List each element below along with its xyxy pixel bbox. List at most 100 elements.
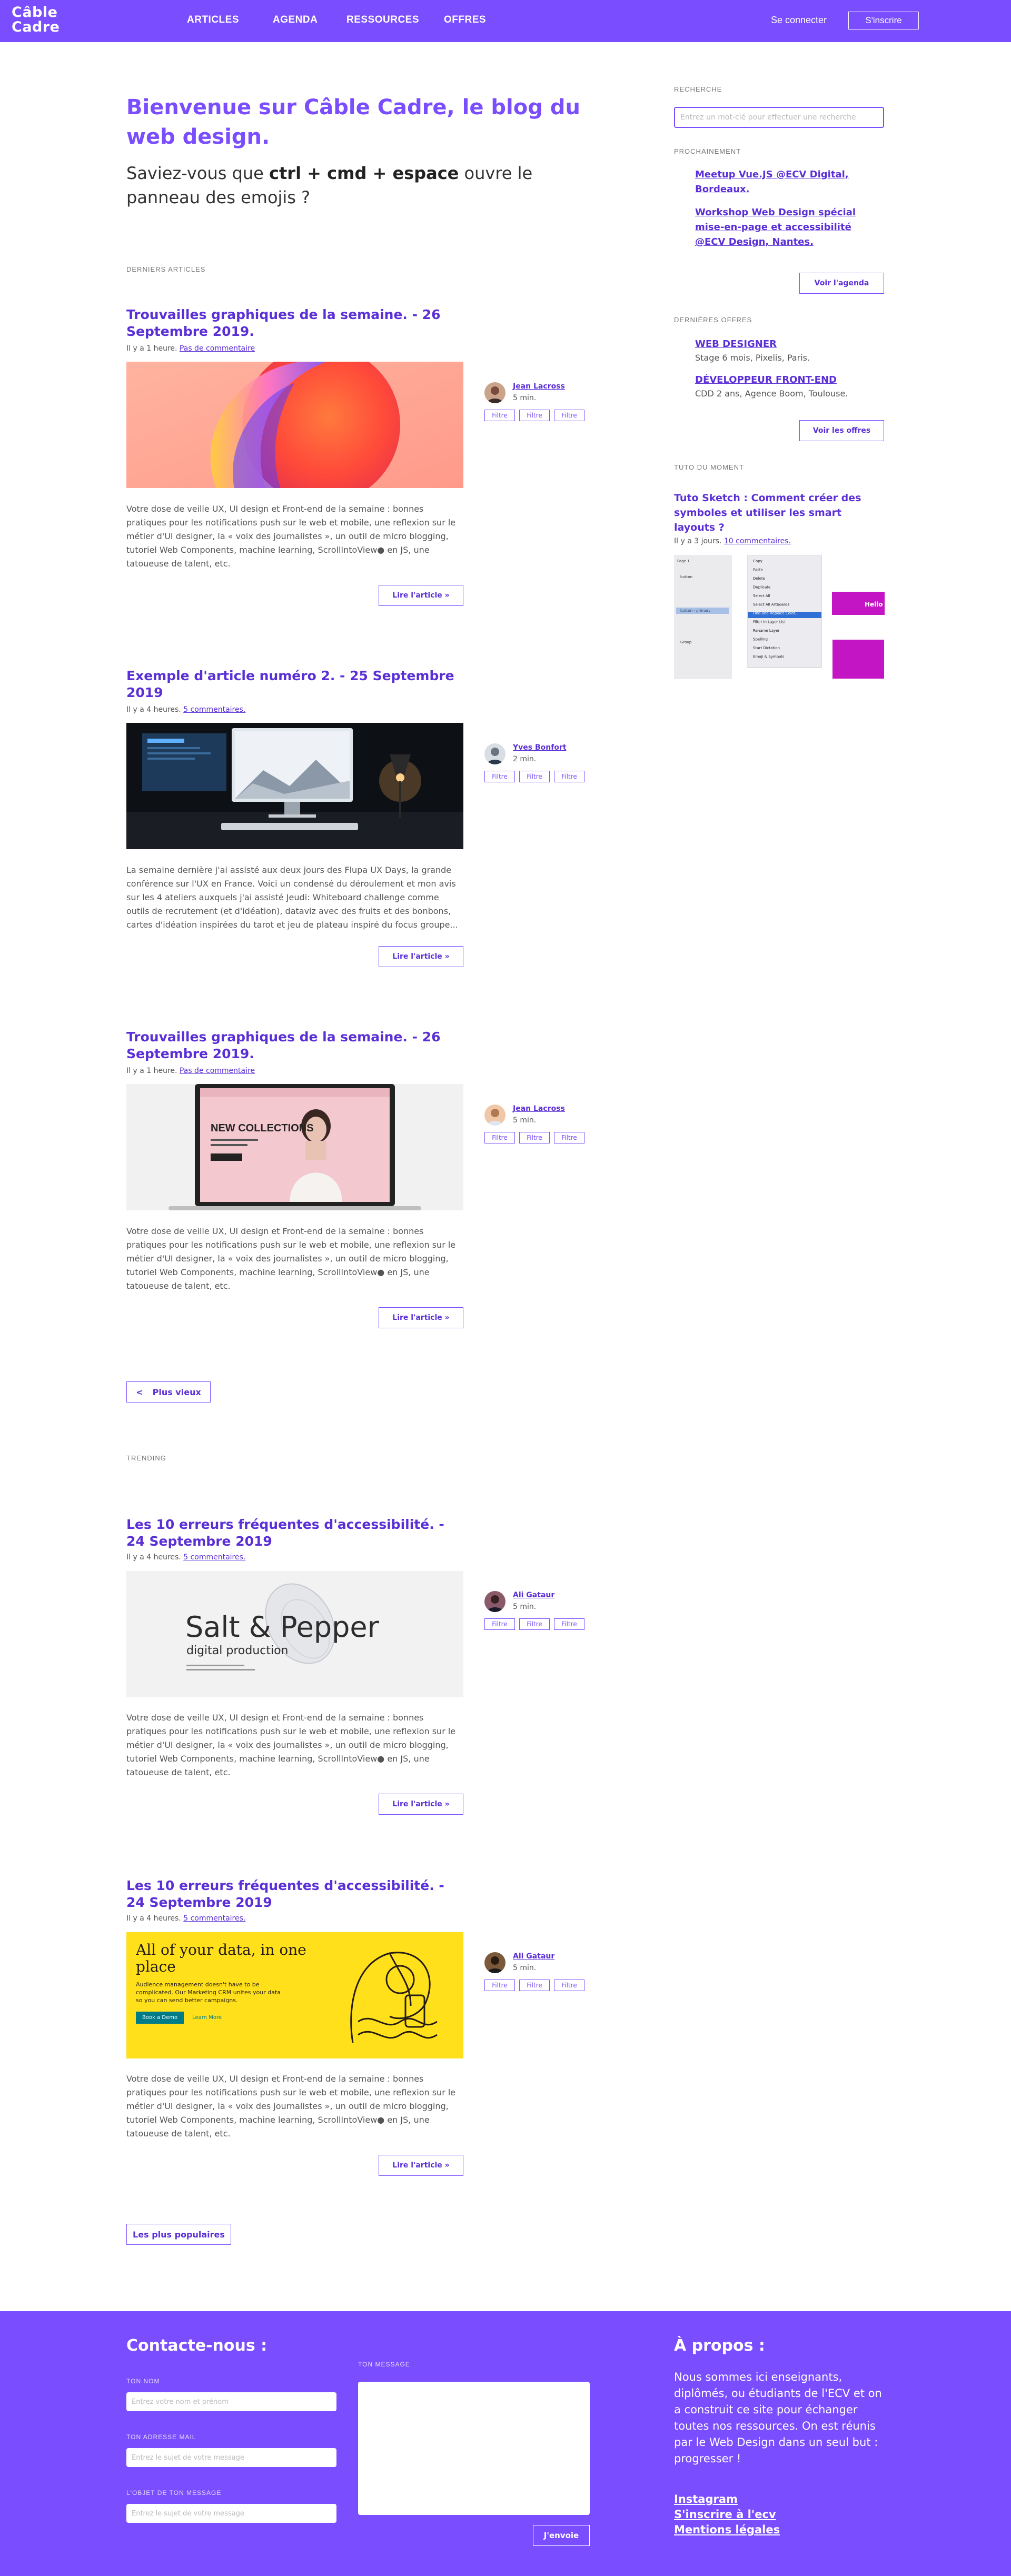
article-meta: Il y a 1 heure. Pas de commentaire (126, 1067, 255, 1075)
signup-button[interactable]: S'inscrire (848, 12, 919, 29)
offer-title-link[interactable]: WEB DESIGNER (695, 337, 885, 352)
author-name[interactable]: Jean Lacross (513, 1105, 565, 1113)
filter-chip[interactable]: Filtre (484, 771, 515, 782)
tuto-meta: Il y a 3 jours. 10 commentaires. (674, 537, 791, 545)
comments-link[interactable]: Pas de commentaire (180, 1067, 255, 1075)
nav-articles[interactable]: ARTICLES (187, 14, 239, 26)
comments-link[interactable]: 5 commentaires. (183, 705, 245, 714)
login-link[interactable]: Se connecter (771, 15, 827, 26)
layer-label: button (680, 575, 692, 579)
filter-chip[interactable]: Filtre (519, 1618, 550, 1630)
article-filters: Filtre Filtre Filtre (484, 1618, 584, 1630)
desk-computer-image (126, 723, 463, 849)
ecv-signup-link[interactable]: S'inscrire à l'ecv (674, 2507, 780, 2522)
subject-input[interactable] (126, 2504, 336, 2523)
image-headline: All of your data, in one place (136, 1942, 306, 1975)
offer-title-link[interactable]: DÉVELOPPEUR FRONT-END (695, 373, 885, 387)
menu-item-label: Emoji & Symbols (753, 655, 784, 659)
article-excerpt: La semaine dernière j'ai assisté aux deu… (126, 865, 458, 930)
author-avatar[interactable] (484, 1591, 506, 1612)
filter-chip[interactable]: Filtre (484, 1132, 515, 1143)
canvas-badge: Hello (865, 601, 883, 608)
article-title[interactable]: Les 10 erreurs fréquentes d'accessibilit… (126, 1877, 463, 1911)
article-date: Il y a 1 heure. (126, 1067, 180, 1075)
tuto-title[interactable]: Tuto Sketch : Comment créer des symboles… (674, 491, 885, 535)
offer-item: WEB DESIGNER Stage 6 mois, Pixelis, Pari… (695, 337, 885, 364)
filter-chip[interactable]: Filtre (519, 1980, 550, 1991)
send-button[interactable]: J'envoie (533, 2525, 590, 2546)
article-title[interactable]: Trouvailles graphiques de la semaine. - … (126, 1029, 463, 1062)
most-popular-button[interactable]: Les plus populaires (126, 2224, 231, 2245)
read-article-button[interactable]: Lire l'article » (379, 1307, 463, 1328)
author-name[interactable]: Ali Gataur (513, 1952, 554, 1961)
filter-chip[interactable]: Filtre (554, 771, 584, 782)
legal-notice-link[interactable]: Mentions légales (674, 2522, 780, 2538)
salt-pepper-image: Salt & Pepper digital production (126, 1571, 463, 1697)
tuto-comments-link[interactable]: 10 commentaires. (724, 537, 791, 545)
filter-chip[interactable]: Filtre (484, 410, 515, 421)
subject-label: L'OBJET DE TON MESSAGE (126, 2489, 222, 2497)
tuto-sketch-screenshot[interactable]: Page 1 button button - primary Group Hel… (674, 555, 885, 679)
nav-ressources[interactable]: RESSOURCES (346, 14, 419, 26)
email-input[interactable] (126, 2448, 336, 2467)
read-article-button[interactable]: Lire l'article » (379, 1794, 463, 1815)
about-text: Nous sommes ici enseignants, diplômés, o… (674, 2371, 882, 2465)
filter-chip[interactable]: Filtre (484, 1980, 515, 1991)
author-name[interactable]: Jean Lacross (513, 382, 565, 391)
author-avatar[interactable] (484, 382, 506, 403)
comments-link[interactable]: Pas de commentaire (180, 344, 255, 353)
author-name[interactable]: Yves Bonfort (513, 743, 567, 752)
filter-chip[interactable]: Filtre (554, 1980, 584, 1991)
read-time: 2 min. (513, 755, 537, 763)
article-excerpt: Votre dose de veille UX, UI design et Fr… (126, 2074, 456, 2139)
filter-chip[interactable]: Filtre (519, 410, 550, 421)
article-title[interactable]: Les 10 erreurs fréquentes d'accessibilit… (126, 1516, 463, 1550)
article-image-desk-computer[interactable] (126, 723, 463, 849)
article-image-salt-pepper[interactable]: Salt & Pepper digital production (126, 1571, 463, 1697)
event-link[interactable]: Workshop Web Design spécial mise-en-page… (695, 205, 885, 250)
yellow-crm-image: All of your data, in one place Audience … (126, 1932, 463, 2058)
filter-chip[interactable]: Filtre (484, 1618, 515, 1630)
filter-chip[interactable]: Filtre (554, 410, 584, 421)
instagram-link[interactable]: Instagram (674, 2492, 780, 2507)
tagline-shortcut: ctrl + cmd + espace (269, 163, 459, 183)
comments-link[interactable]: 5 commentaires. (183, 1914, 245, 1923)
article-image-abstract-gradient[interactable] (126, 362, 463, 488)
read-article-button[interactable]: Lire l'article » (379, 2155, 463, 2176)
article-date: Il y a 1 heure. (126, 344, 180, 353)
article-title[interactable]: Exemple d'article numéro 2. - 25 Septemb… (126, 668, 463, 701)
read-time: 5 min. (513, 1116, 537, 1125)
article-filters: Filtre Filtre Filtre (484, 410, 584, 421)
view-offers-button[interactable]: Voir les offres (799, 420, 884, 441)
name-input[interactable] (126, 2392, 336, 2411)
view-agenda-button[interactable]: Voir l'agenda (799, 273, 884, 294)
event-link[interactable]: Meetup Vue.JS @ECV Digital, Bordeaux. (695, 167, 885, 197)
author-avatar[interactable] (484, 1105, 506, 1126)
filter-chip[interactable]: Filtre (519, 1132, 550, 1143)
article-image-yellow-crm[interactable]: All of your data, in one place Audience … (126, 1932, 463, 2058)
nav-offres[interactable]: OFFRES (444, 14, 486, 26)
article-title[interactable]: Trouvailles graphiques de la semaine. - … (126, 306, 463, 340)
read-article-button[interactable]: Lire l'article » (379, 946, 463, 967)
nav-agenda[interactable]: AGENDA (273, 14, 318, 26)
article-image-laptop-fashion[interactable]: NEW COLLECTIONS (126, 1084, 463, 1210)
filter-chip[interactable]: Filtre (554, 1618, 584, 1630)
search-input[interactable] (674, 107, 884, 128)
author-avatar[interactable] (484, 1952, 506, 1973)
comments-link[interactable]: 5 commentaires. (183, 1553, 245, 1561)
filter-chip[interactable]: Filtre (519, 771, 550, 782)
site-logo[interactable]: Câble Cadre (12, 5, 60, 35)
author-name[interactable]: Ali Gataur (513, 1591, 554, 1599)
older-posts-button[interactable]: < Plus vieux (126, 1381, 211, 1403)
author-avatar[interactable] (484, 743, 506, 764)
message-textarea[interactable] (358, 2382, 590, 2515)
menu-item-label: Start Dictation (753, 646, 780, 650)
filter-chip[interactable]: Filtre (554, 1132, 584, 1143)
name-label: TON NOM (126, 2378, 160, 2385)
article-excerpt: Votre dose de veille UX, UI design et Fr… (126, 1713, 456, 1777)
read-article-button[interactable]: Lire l'article » (379, 585, 463, 606)
avatar-image (484, 1105, 506, 1126)
avatar-image (484, 1952, 506, 1973)
sketch-menu-image: Page 1 button button - primary Group Hel… (674, 555, 885, 679)
image-body-text: Audience management doesn't have to be c… (136, 1981, 281, 2004)
